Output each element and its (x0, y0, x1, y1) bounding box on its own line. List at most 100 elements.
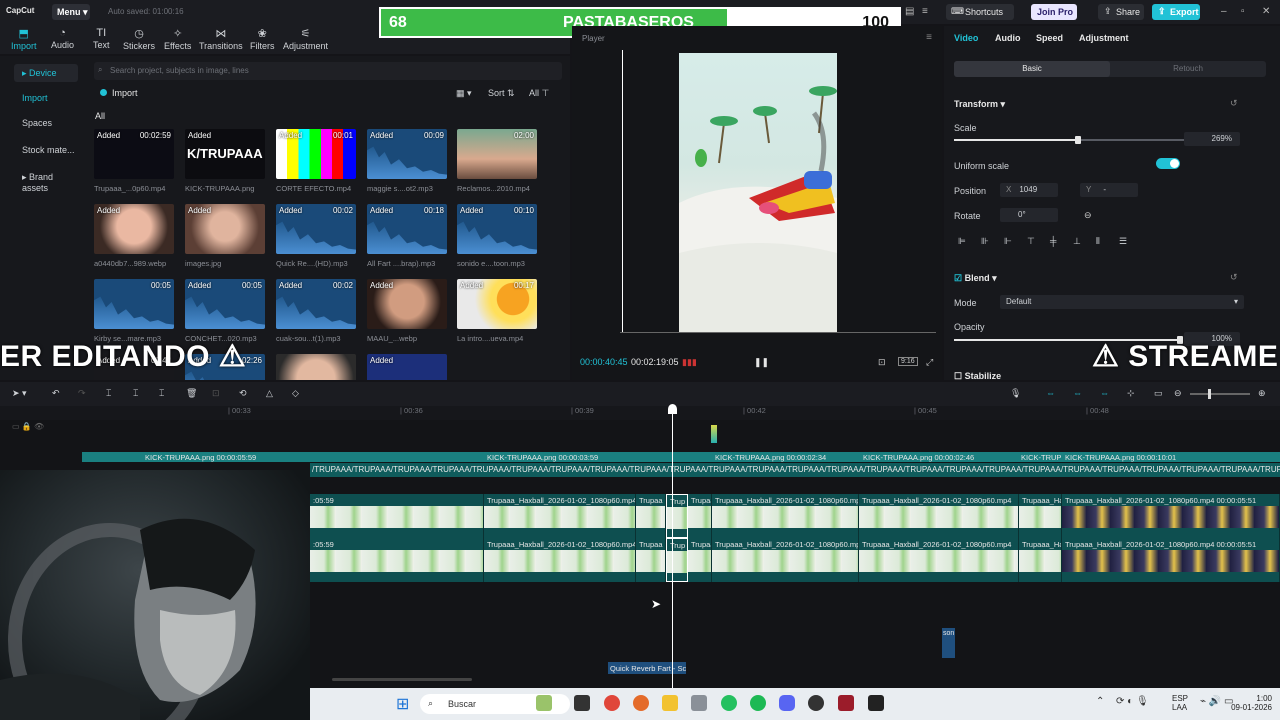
tool-filters[interactable]: ❀ Filters (250, 27, 275, 51)
sidebar-item-import[interactable]: Import (14, 89, 78, 107)
playhead-handle[interactable] (668, 404, 677, 414)
tray-sound-icons[interactable]: ⌁ 🔊 ▭ (1200, 696, 1233, 707)
mirror-icon[interactable]: △ (266, 388, 273, 399)
scale-value-field[interactable]: 269% (1184, 132, 1240, 146)
rotate-icon[interactable]: ◇ (292, 388, 299, 399)
align-bottom-icon[interactable]: ⊥ (1073, 236, 1096, 247)
video-clip[interactable]: Trupaaa_Haxball_2026-01-02_1080p60.mp4 (859, 494, 1019, 538)
file-explorer-icon[interactable] (662, 695, 678, 711)
track-lock-icon[interactable]: ▭ 🔒 👁 (12, 422, 44, 431)
media-thumbnail[interactable]: 00:05 (94, 279, 174, 329)
distribute-v-icon[interactable]: ☰ (1119, 236, 1142, 247)
tool-import[interactable]: ⬒ Import (11, 27, 37, 51)
zoom-out-icon[interactable]: ⊖ (1174, 388, 1182, 399)
scale-slider[interactable] (954, 136, 1184, 144)
tab-speed[interactable]: Speed (1036, 33, 1063, 43)
sort-button[interactable]: Sort ⇅ (488, 88, 515, 99)
preview-axis-icon[interactable]: ⊹ (1127, 388, 1135, 399)
sound-clip[interactable]: son (942, 628, 955, 658)
discord-icon[interactable] (779, 695, 795, 711)
blend-checkbox-icon[interactable]: ☑ (954, 273, 962, 283)
taskbar-language[interactable]: ESP LAA (1172, 694, 1188, 712)
media-thumbnail[interactable]: Added 00:09 (367, 129, 447, 179)
link-main-track-icon[interactable]: ⇔ (1046, 388, 1055, 398)
magnet-icon[interactable]: ⇔ (1073, 388, 1082, 398)
video-clip[interactable]: Trupaaa_Ha (1019, 494, 1062, 538)
app-icon[interactable] (691, 695, 707, 711)
align-center-icon[interactable]: ⊪ (981, 236, 1004, 247)
rotate-field[interactable]: 0° (1000, 208, 1058, 222)
tab-adjustment[interactable]: Adjustment (1079, 33, 1129, 43)
taskbar-clock[interactable]: 1:00 09-01-2026 (1231, 694, 1272, 712)
text-track[interactable]: /TRUPAAA/TRUPAAA/TRUPAAA/TRUPAAA/TRUPAAA… (310, 463, 1280, 477)
split-left-icon[interactable]: ⌶ (133, 388, 138, 399)
split-icon[interactable]: ⌶ (106, 388, 111, 399)
video-clip-selected[interactable]: Trup (666, 494, 688, 538)
sticker-marker[interactable] (711, 425, 717, 443)
video-clip[interactable]: Trupaaa_Haxball_2026-01-02_1080p60.mp4 (859, 538, 1019, 582)
zoom-slider-knob[interactable] (1208, 389, 1211, 399)
position-x-field[interactable]: X 1049 (1000, 183, 1058, 197)
tool-transitions[interactable]: ⋈ Transitions (199, 27, 243, 51)
tool-audio[interactable]: ◔ Audio (51, 27, 74, 50)
fit-icon[interactable]: ⊡ (878, 357, 886, 368)
whatsapp-icon[interactable] (721, 695, 737, 711)
media-thumbnail[interactable]: Added (185, 204, 265, 254)
tab-audio[interactable]: Audio (995, 33, 1021, 43)
distribute-h-icon[interactable]: ⫴ (1096, 236, 1119, 247)
video-clip[interactable]: :05:59 (310, 538, 484, 582)
reverse-icon[interactable]: ⟲ (239, 388, 247, 399)
zoom-slider[interactable] (1190, 389, 1250, 399)
sidebar-item-device[interactable]: ▸ Device (14, 64, 78, 82)
media-thumbnail[interactable]: Added 00:02:59 (94, 129, 174, 179)
linkage-icon[interactable]: ⇔ (1100, 388, 1109, 398)
tool-stickers[interactable]: ◷ Stickers (123, 27, 155, 51)
undo-icon[interactable]: ↶ (52, 388, 60, 399)
media-thumbnail[interactable]: 02:00 (457, 129, 537, 179)
close-icon[interactable]: ✕ (1262, 6, 1270, 17)
rotate-minus-icon[interactable]: ⊖ (1084, 210, 1092, 221)
timeline-scrollbar[interactable] (332, 678, 472, 681)
split-right-icon[interactable]: ⌶ (159, 388, 164, 399)
redo-icon[interactable]: ↷ (78, 388, 86, 399)
media-search-input[interactable]: ⌕ Search project, subjects in image, line… (94, 62, 562, 80)
blend-section[interactable]: ☑ Blend ▾ (954, 273, 997, 284)
capcut-taskbar-icon[interactable] (868, 695, 884, 711)
align-right-icon[interactable]: ⊩ (1004, 236, 1027, 247)
widget-icon[interactable] (536, 695, 552, 711)
ratio-button[interactable]: 9:16 (898, 357, 918, 366)
media-thumbnail[interactable] (276, 354, 356, 380)
filter-button[interactable]: All ⊤ (529, 88, 549, 99)
media-thumbnail[interactable]: Added (94, 204, 174, 254)
obs-icon[interactable] (808, 695, 824, 711)
delete-icon[interactable]: 🗑 (186, 388, 197, 399)
menu-button[interactable]: Menu ▾ (52, 4, 90, 20)
reset-blend-icon[interactable]: ↺ (1230, 272, 1238, 283)
image-clip-label[interactable]: KICK-TRUPAAA.png 00:00:03:59 (487, 453, 598, 462)
media-thumbnail[interactable]: Added 00:02 (276, 204, 356, 254)
transform-section[interactable]: Transform ▾ (954, 99, 1005, 110)
select-tool-icon[interactable]: ➤ ▾ (12, 388, 27, 399)
media-thumbnail[interactable]: Added 00:17 (457, 279, 537, 329)
video-clip[interactable]: Trupaaa_Haxball_2026-01-02_1080p60.mp4 (484, 494, 636, 538)
video-clip-selected[interactable]: Trup (666, 538, 688, 582)
scale-slider-knob[interactable] (1075, 136, 1082, 144)
video-clip[interactable]: Trupaaa_Haxball_2026-01-02_1080p60.mp4 (712, 494, 859, 538)
position-y-field[interactable]: Y- (1080, 183, 1138, 197)
firefox-icon[interactable] (633, 695, 649, 711)
media-thumbnail[interactable]: Added 00:18 (367, 204, 447, 254)
video-clip[interactable]: Trupaa (688, 494, 712, 538)
playhead[interactable] (672, 406, 673, 688)
player-menu-icon[interactable]: ≡ (926, 32, 932, 43)
video-clip[interactable]: Trupaaa_Haxball_2026-01-02_1080p60.mp4 0… (1062, 538, 1280, 582)
video-clip[interactable]: Trupaa (688, 538, 712, 582)
maximize-icon[interactable]: ▫ (1241, 6, 1245, 17)
retouch-tab[interactable]: Retouch (1110, 61, 1266, 77)
align-left-icon[interactable]: ⊫ (958, 236, 981, 247)
image-clip-label[interactable]: KICK-TRUP (1021, 453, 1061, 462)
caption-icon[interactable]: ▭ (1154, 388, 1163, 399)
shortcuts-button[interactable]: ⌨ Shortcuts (946, 4, 1014, 20)
task-view-icon[interactable] (574, 695, 590, 711)
minimize-icon[interactable]: – (1221, 6, 1227, 17)
tray-chevron-icon[interactable]: ⌃ (1096, 696, 1104, 707)
